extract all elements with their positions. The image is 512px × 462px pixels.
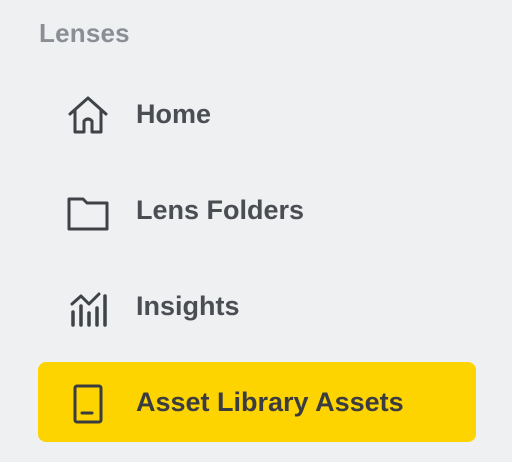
sidebar-item-label: Home (136, 99, 212, 129)
sidebar-item-home[interactable]: Home (38, 74, 476, 154)
insights-chart-icon (66, 286, 110, 330)
sidebar-item-insights[interactable]: Insights (38, 266, 476, 346)
sidebar-item-label: Lens Folders (136, 195, 305, 225)
sidebar-item-label: Asset Library Assets (136, 387, 404, 417)
folder-icon (66, 190, 110, 234)
section-title-lenses: Lenses (39, 18, 130, 48)
home-icon (66, 94, 110, 138)
sidebar-item-label: Insights (136, 291, 240, 321)
asset-library-icon (66, 382, 110, 426)
sidebar-item-lens-folders[interactable]: Lens Folders (38, 170, 476, 250)
sidebar-item-asset-library-assets[interactable]: Asset Library Assets (38, 362, 476, 442)
sidebar: Lenses Home Lens Folders Insights Asset … (0, 0, 512, 462)
